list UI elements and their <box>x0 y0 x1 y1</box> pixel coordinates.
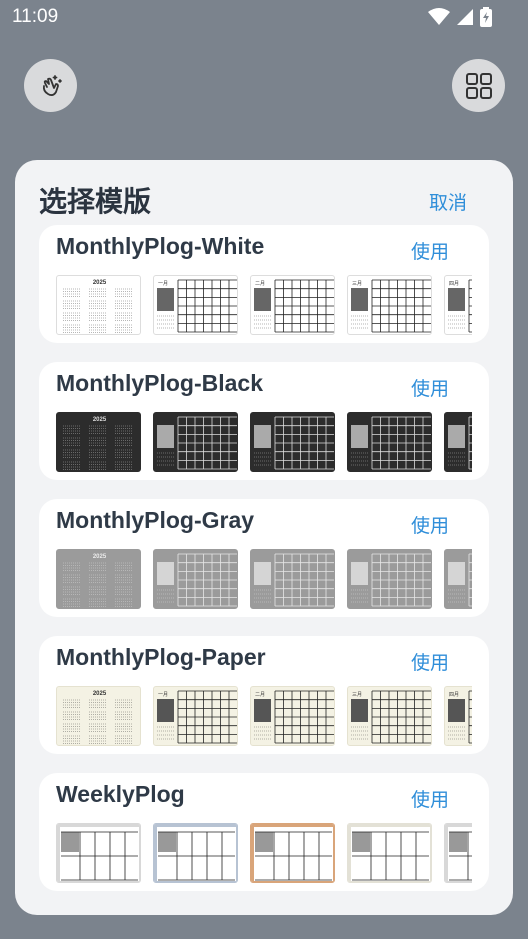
template-name: MonthlyPlog-Gray <box>56 507 255 533</box>
magic-button[interactable] <box>24 59 77 112</box>
use-button[interactable]: 使用 <box>411 237 449 264</box>
wifi-icon <box>428 8 450 25</box>
template-name: WeeklyPlog <box>56 781 185 807</box>
template-preview-strip: 2025 <box>56 412 472 472</box>
year-overview-thumbnail: 2025 <box>56 549 141 609</box>
template-name: MonthlyPlog-Paper <box>56 644 266 670</box>
template-card-weekly[interactable]: WeeklyPlog 使用 <box>39 773 489 891</box>
sheet-title: 选择模版 <box>39 186 152 217</box>
battery-charging-icon <box>480 7 492 27</box>
svg-text:2025: 2025 <box>93 691 107 697</box>
svg-text:四月: 四月 <box>449 281 459 287</box>
template-name: MonthlyPlog-White <box>56 233 265 259</box>
signal-icon <box>457 9 473 25</box>
weekly-page-thumbnail <box>250 823 335 883</box>
month-page-thumbnail <box>444 412 472 472</box>
grid-view-button[interactable] <box>452 59 505 112</box>
weekly-page-thumbnail <box>347 823 432 883</box>
template-card-monthly-black[interactable]: MonthlyPlog-Black 使用 2025 <box>39 362 489 480</box>
month-page-thumbnail: 一月 <box>153 686 238 746</box>
template-preview-strip: 2025 一月 二月 三月 四月 <box>56 686 472 746</box>
month-page-thumbnail <box>444 549 472 609</box>
svg-text:三月: 三月 <box>352 692 362 698</box>
use-button[interactable]: 使用 <box>411 785 449 812</box>
svg-text:2025: 2025 <box>93 280 107 286</box>
use-button[interactable]: 使用 <box>411 374 449 401</box>
svg-text:二月: 二月 <box>255 692 265 698</box>
use-button[interactable]: 使用 <box>411 511 449 538</box>
svg-text:四月: 四月 <box>449 692 459 698</box>
month-page-thumbnail <box>347 412 432 472</box>
svg-text:三月: 三月 <box>352 281 362 287</box>
month-page-thumbnail: 二月 <box>250 686 335 746</box>
cancel-button[interactable]: 取消 <box>429 188 467 215</box>
year-overview-thumbnail: 2025 <box>56 686 141 746</box>
month-page-thumbnail <box>153 549 238 609</box>
weekly-page-thumbnail <box>153 823 238 883</box>
weekly-page-thumbnail <box>56 823 141 883</box>
svg-text:一月: 一月 <box>158 692 168 698</box>
template-card-monthly-gray[interactable]: MonthlyPlog-Gray 使用 2025 <box>39 499 489 617</box>
svg-text:一月: 一月 <box>158 281 168 287</box>
status-icons <box>428 7 492 27</box>
month-page-thumbnail: 二月 <box>250 275 335 335</box>
status-time: 11:09 <box>12 6 59 27</box>
year-overview-thumbnail: 2025 <box>56 412 141 472</box>
template-name: MonthlyPlog-Black <box>56 370 264 396</box>
grid-icon <box>465 72 492 99</box>
template-picker-sheet: 选择模版 取消 MonthlyPlog-White 使用 2025 一月 二月 三月四… <box>15 160 513 915</box>
svg-text:2025: 2025 <box>93 417 107 423</box>
use-button[interactable]: 使用 <box>411 648 449 675</box>
month-page-thumbnail <box>347 549 432 609</box>
year-overview-thumbnail: 2025 <box>56 275 141 335</box>
month-page-thumbnail <box>153 412 238 472</box>
svg-text:2025: 2025 <box>93 554 107 560</box>
month-page-thumbnail: 四月 <box>444 275 472 335</box>
weekly-page-thumbnail <box>444 823 472 883</box>
template-preview-strip: 2025 一月 二月 三月 四月 <box>56 275 472 335</box>
template-card-monthly-white[interactable]: MonthlyPlog-White 使用 2025 一月 二月 三月 四月 <box>39 225 489 343</box>
month-page-thumbnail: 三月 <box>347 275 432 335</box>
month-page-thumbnail <box>250 549 335 609</box>
template-card-monthly-paper[interactable]: MonthlyPlog-Paper 使用 2025 一月 二月 三月 四月 <box>39 636 489 754</box>
sparkle-hand-icon <box>42 74 62 96</box>
month-page-thumbnail <box>250 412 335 472</box>
svg-text:二月: 二月 <box>255 281 265 287</box>
month-page-thumbnail: 四月 <box>444 686 472 746</box>
template-preview-strip: 2025 <box>56 549 472 609</box>
status-bar: 11:09 <box>0 0 528 36</box>
month-page-thumbnail: 一月 <box>153 275 238 335</box>
month-page-thumbnail: 三月 <box>347 686 432 746</box>
template-preview-strip <box>56 823 472 883</box>
